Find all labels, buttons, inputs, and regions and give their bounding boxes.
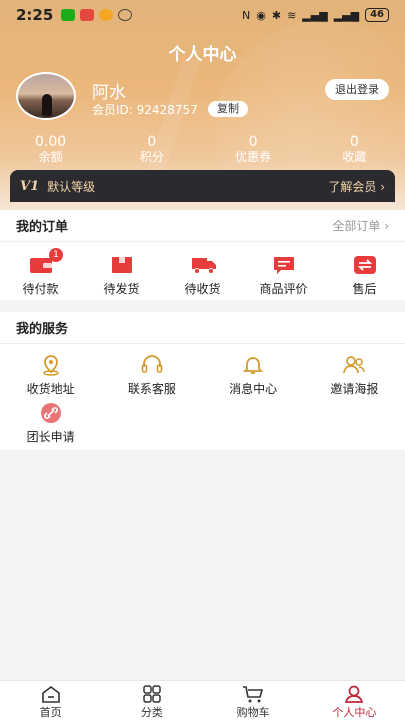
- order-pending-receipt[interactable]: 待收货: [162, 255, 243, 297]
- service-group-leader-apply[interactable]: 团长申请: [0, 402, 101, 450]
- stat-label: 优惠券: [235, 150, 272, 164]
- tab-profile[interactable]: 个人中心: [304, 681, 405, 720]
- service-label: 团长申请: [26, 430, 75, 444]
- all-orders-link[interactable]: 全部订单 ›: [332, 217, 389, 234]
- comment-icon: [272, 255, 296, 275]
- avatar-silhouette: [42, 94, 52, 116]
- signal-icon-4g: ▂▄▆: [333, 8, 360, 22]
- avatar[interactable]: [16, 72, 76, 120]
- stat-value: 0.00: [35, 134, 67, 150]
- copy-button[interactable]: 复制: [208, 101, 248, 117]
- bottom-tab-bar: 首页 分类 购物车 个人中心: [0, 680, 405, 720]
- service-label: 消息中心: [229, 382, 278, 396]
- pending-payment-badge: 1: [49, 248, 63, 262]
- tab-label: 个人中心: [332, 706, 377, 719]
- vip-more-link[interactable]: 了解会员 ›: [328, 178, 385, 195]
- stat-label: 积分: [139, 150, 164, 164]
- invite-icon: [342, 354, 366, 376]
- stat-label: 余额: [38, 150, 63, 164]
- orders-card: 我的订单 全部订单 › 1 待付款 待发货 待收货 商品评价 售后: [0, 210, 405, 300]
- service-label: 收货地址: [26, 382, 75, 396]
- service-invite-poster[interactable]: 邀请海报: [304, 354, 405, 402]
- nickname: 阿水: [92, 83, 126, 103]
- order-item-label: 待付款: [22, 282, 59, 296]
- cart-icon: [242, 685, 264, 703]
- notification-icons: [61, 9, 133, 21]
- order-pending-shipment[interactable]: 待发货: [81, 255, 162, 297]
- service-customer-support[interactable]: 联系客服: [101, 354, 202, 402]
- nfc-icon: N: [242, 8, 251, 22]
- order-status-row: 1 待付款 待发货 待收货 商品评价 售后: [0, 242, 405, 297]
- stat-label: 收藏: [342, 150, 367, 164]
- stat-value: 0: [147, 134, 157, 150]
- link-icon: [39, 402, 63, 424]
- stat-value: 0: [248, 134, 258, 150]
- tab-cart[interactable]: 购物车: [203, 681, 304, 720]
- exchange-icon: [353, 255, 377, 275]
- service-label: 联系客服: [127, 382, 176, 396]
- vip-bar[interactable]: V1 默认等级 了解会员 ›: [10, 170, 395, 202]
- order-item-label: 待发货: [103, 282, 140, 296]
- headset-icon: [140, 354, 164, 376]
- chat-icon: [118, 9, 133, 21]
- vip-level-name: 默认等级: [47, 179, 96, 194]
- order-pending-payment[interactable]: 1 待付款: [0, 248, 81, 297]
- home-icon: [40, 685, 62, 703]
- truck-icon: [191, 255, 216, 275]
- stat-coupons[interactable]: 0 优惠券: [203, 134, 304, 164]
- user-icon: [343, 685, 365, 703]
- signal-icon: ▂▄▆: [302, 8, 328, 22]
- wifi-icon: ≋: [287, 8, 297, 22]
- wechat-icon: [61, 9, 76, 21]
- service-label: 邀请海报: [330, 382, 379, 396]
- vibrate-icon: ◉: [256, 8, 266, 22]
- status-bar: 2:25 N ◉ ✱ ≋ ▂▄▆ ▂▄▆ 46: [0, 0, 405, 30]
- tab-label: 购物车: [236, 706, 270, 719]
- bell-icon: [241, 354, 265, 376]
- orders-card-header: 我的订单 全部订单 ›: [0, 210, 405, 242]
- member-id: 会员ID: 92428757: [92, 103, 198, 117]
- tab-category[interactable]: 分类: [101, 681, 202, 720]
- box-icon: [110, 255, 134, 275]
- tab-label: 分类: [140, 706, 163, 719]
- service-address[interactable]: 收货地址: [0, 354, 101, 402]
- logout-button[interactable]: 退出登录: [325, 79, 389, 100]
- services-card-header: 我的服务: [0, 312, 405, 344]
- stat-points[interactable]: 0 积分: [101, 134, 202, 164]
- page-title: 个人中心: [168, 45, 237, 65]
- services-grid: 收货地址 联系客服 消息中心 邀请海报 团长申请: [0, 344, 405, 450]
- orders-title: 我的订单: [16, 220, 69, 235]
- order-item-label: 待收货: [184, 282, 221, 296]
- system-icons: N ◉ ✱ ≋ ▂▄▆ ▂▄▆ 46: [242, 8, 389, 22]
- services-card: 我的服务 收货地址 联系客服 消息中心 邀请海报 团长申请: [0, 312, 405, 450]
- stat-balance[interactable]: 0.00 余额: [0, 134, 101, 164]
- battery-icon: 46: [365, 8, 389, 22]
- app-notification-icon: [80, 9, 95, 21]
- tab-home[interactable]: 首页: [0, 681, 101, 720]
- order-item-label: 商品评价: [259, 282, 308, 296]
- grid-icon: [141, 685, 163, 703]
- status-time: 2:25: [16, 6, 54, 24]
- order-item-label: 售后: [352, 282, 377, 296]
- stat-value: 0: [349, 134, 359, 150]
- order-review[interactable]: 商品评价: [243, 255, 324, 297]
- stat-favorites[interactable]: 0 收藏: [304, 134, 405, 164]
- vip-level-badge: V1: [20, 178, 40, 194]
- tab-label: 首页: [39, 706, 62, 719]
- location-icon: [39, 354, 63, 376]
- order-after-sales[interactable]: 售后: [324, 255, 405, 297]
- services-title: 我的服务: [16, 322, 69, 337]
- bluetooth-icon: ✱: [271, 8, 282, 22]
- service-messages[interactable]: 消息中心: [203, 354, 304, 402]
- weibo-icon: [99, 9, 114, 21]
- account-stats: 0.00 余额 0 积分 0 优惠券 0 收藏: [0, 134, 405, 164]
